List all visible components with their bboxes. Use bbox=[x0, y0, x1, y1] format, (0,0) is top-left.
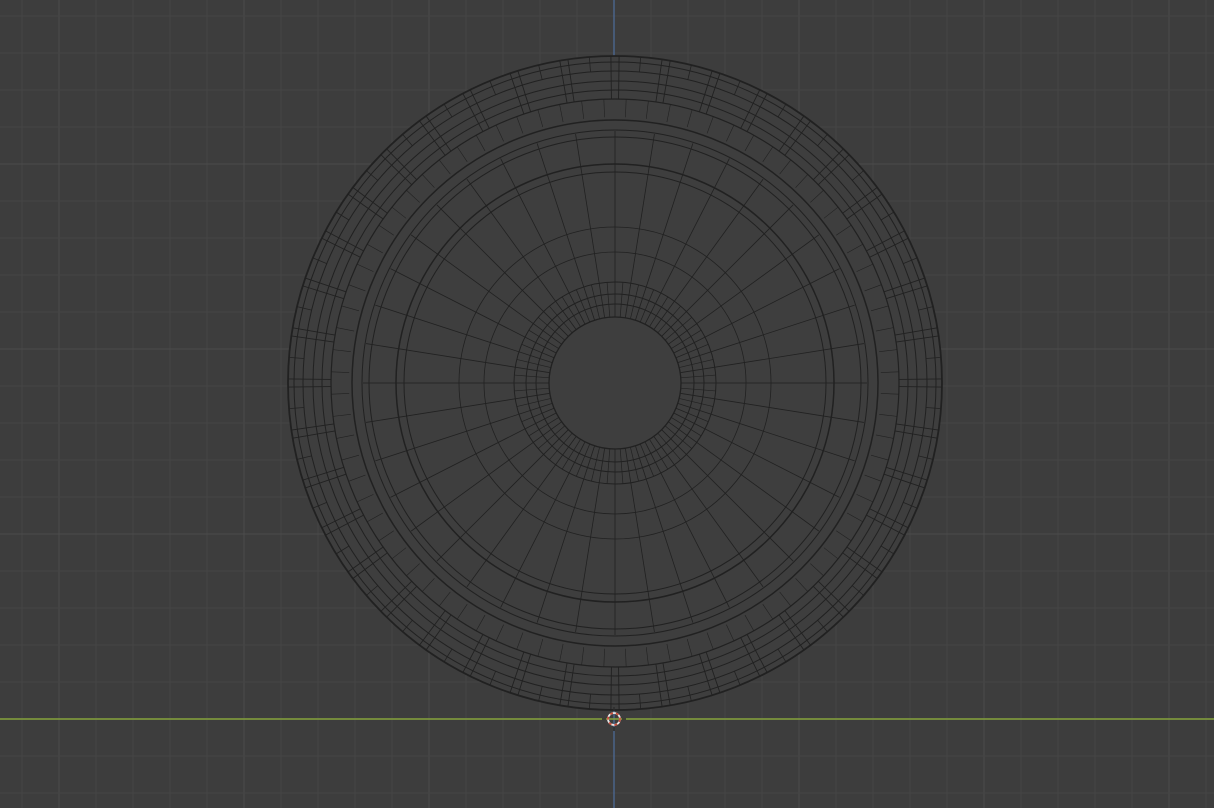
viewport-canvas[interactable] bbox=[0, 0, 1214, 808]
tire-wireframe-object[interactable] bbox=[287, 55, 943, 711]
blender-3d-viewport[interactable] bbox=[0, 0, 1214, 808]
